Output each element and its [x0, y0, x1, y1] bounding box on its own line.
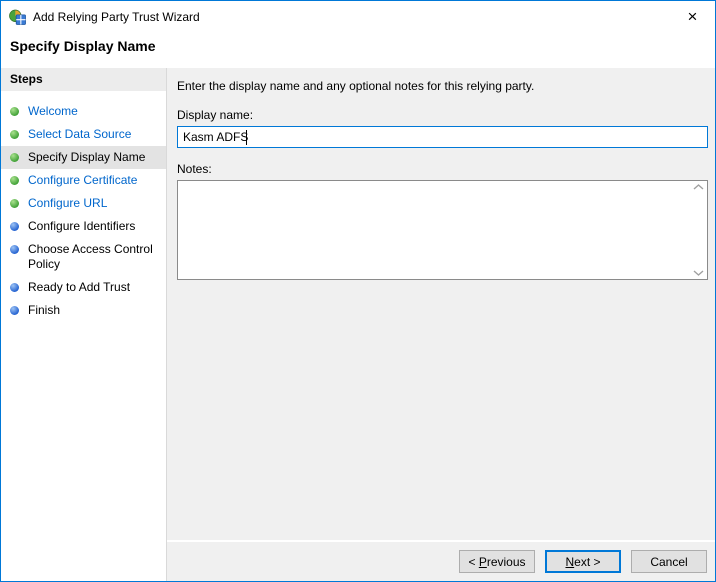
sidebar-step[interactable]: Select Data Source — [1, 123, 166, 146]
close-button[interactable]: × — [670, 1, 715, 31]
step-label: Configure URL — [28, 196, 108, 210]
step-label: Welcome — [28, 104, 78, 118]
wizard-content: Steps Welcome Select Data Source Specify… — [1, 68, 715, 581]
sidebar-step[interactable]: Welcome — [1, 100, 166, 123]
text-caret-icon — [246, 130, 247, 145]
step-label: Configure Identifiers — [28, 219, 136, 233]
step-label: Ready to Add Trust — [28, 280, 131, 294]
sidebar-step: Ready to Add Trust — [1, 276, 166, 299]
chevron-up-icon[interactable] — [693, 184, 704, 190]
sidebar-step: Choose Access Control Policy — [1, 238, 166, 276]
step-label: Configure Certificate — [28, 173, 138, 187]
steps-list: Welcome Select Data Source Specify Displ… — [1, 100, 166, 322]
step-bullet-icon — [10, 107, 19, 116]
step-bullet-icon — [10, 283, 19, 292]
main-panel: Enter the display name and any optional … — [167, 68, 715, 581]
close-icon: × — [687, 6, 698, 26]
step-bullet-icon — [10, 153, 19, 162]
previous-button[interactable]: < Previous — [459, 550, 535, 573]
step-bullet-icon — [10, 222, 19, 231]
sidebar-step: Configure Identifiers — [1, 215, 166, 238]
step-bullet-icon — [10, 176, 19, 185]
sidebar-step: Finish — [1, 299, 166, 322]
window-title: Add Relying Party Trust Wizard — [33, 9, 200, 24]
page-title: Specify Display Name — [1, 32, 715, 68]
step-bullet-icon — [10, 130, 19, 139]
step-label: Specify Display Name — [28, 150, 146, 164]
notes-label: Notes: — [177, 162, 212, 176]
step-label: Choose Access Control Policy — [28, 242, 153, 271]
step-bullet-icon — [10, 199, 19, 208]
button-bar: < Previous Next > Cancel — [167, 540, 715, 581]
steps-heading: Steps — [1, 68, 166, 91]
steps-sidebar: Steps Welcome Select Data Source Specify… — [1, 68, 167, 581]
cancel-button[interactable]: Cancel — [631, 550, 707, 573]
chevron-down-icon[interactable] — [693, 270, 704, 276]
display-name-label: Display name: — [177, 108, 254, 122]
display-name-input[interactable]: Kasm ADFS — [177, 126, 708, 148]
step-label: Finish — [28, 303, 61, 317]
description-text: Enter the display name and any optional … — [177, 79, 535, 93]
sidebar-step[interactable]: Configure Certificate — [1, 169, 166, 192]
step-bullet-icon — [10, 245, 19, 254]
step-bullet-icon — [10, 306, 19, 315]
wizard-window: Add Relying Party Trust Wizard × Specify… — [0, 0, 716, 582]
next-button[interactable]: Next > — [545, 550, 621, 573]
notes-textarea[interactable] — [177, 180, 708, 280]
adfs-wizard-icon — [9, 9, 26, 25]
display-name-value: Kasm ADFS — [183, 130, 249, 144]
title-bar: Add Relying Party Trust Wizard × — [1, 1, 715, 32]
sidebar-step[interactable]: Configure URL — [1, 192, 166, 215]
step-label: Select Data Source — [28, 127, 132, 141]
sidebar-step: Specify Display Name — [1, 146, 166, 169]
